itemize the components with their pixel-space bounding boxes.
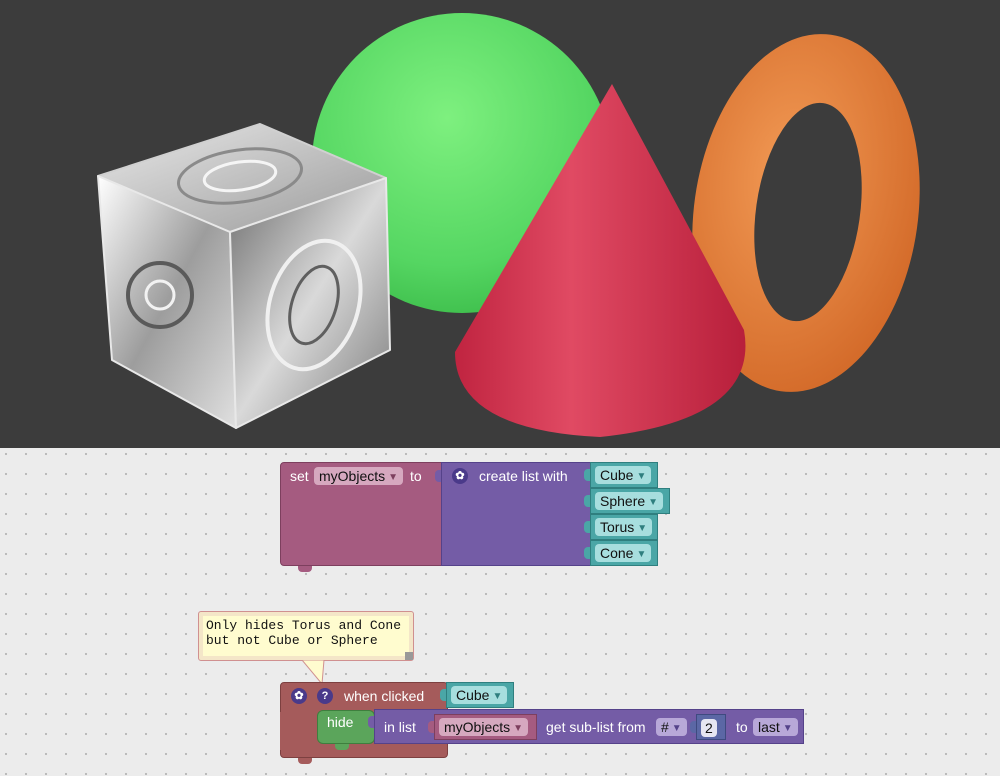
dropdown-arrow-icon: ▼ (637, 523, 648, 534)
hide-label: hide (327, 714, 354, 730)
dropdown-arrow-icon: ▼ (513, 723, 524, 734)
create-list-label: create list with (479, 468, 568, 484)
when-clicked-label: when clicked (344, 688, 425, 704)
output-connector (690, 721, 696, 733)
output-connector (368, 716, 374, 728)
from-mode-value: # (661, 719, 669, 735)
comment-text[interactable]: Only hides Torus and Cone but not Cube o… (203, 616, 409, 656)
set-label: set (290, 468, 309, 484)
output-connector (584, 521, 590, 533)
dropdown-arrow-icon: ▼ (492, 691, 503, 702)
output-connector (584, 547, 590, 559)
output-connector (435, 470, 441, 482)
object-name: Cone (600, 545, 634, 561)
output-connector (440, 689, 446, 701)
to-mode-value: last (758, 719, 780, 735)
object-dropdown[interactable]: Torus ▼ (595, 518, 653, 536)
next-connector (298, 758, 312, 764)
set-variable-block[interactable]: set myObjects ▼ to (280, 462, 442, 572)
object-block-torus[interactable]: Torus ▼ (584, 514, 658, 540)
list-variable-dropdown[interactable]: myObjects ▼ (439, 718, 529, 736)
block-workspace[interactable]: set myObjects ▼ to ✿ create list with Cub… (0, 448, 1000, 776)
to-mode-dropdown[interactable]: last ▼ (753, 718, 798, 736)
object-name: Torus (600, 519, 635, 535)
dropdown-arrow-icon: ▼ (648, 497, 659, 508)
dropdown-arrow-icon: ▼ (782, 723, 793, 734)
dropdown-arrow-icon: ▼ (671, 723, 682, 734)
output-connector (584, 469, 590, 481)
variable-getter-block[interactable]: myObjects ▼ (428, 714, 537, 740)
get-sublist-label: get sub-list from (546, 719, 646, 735)
from-mode-dropdown[interactable]: # ▼ (656, 718, 687, 736)
object-block-cube[interactable]: Cube ▼ (584, 462, 658, 488)
in-list-label: in list (384, 719, 416, 735)
variable-name: myObjects (319, 468, 386, 484)
output-connector (584, 495, 590, 507)
object-dropdown[interactable]: Cube ▼ (451, 686, 508, 704)
variable-name: myObjects (444, 719, 511, 735)
3d-scene-viewport[interactable] (0, 0, 1000, 448)
dropdown-arrow-icon: ▼ (388, 472, 399, 483)
create-list-block[interactable]: ✿ create list with (435, 462, 591, 566)
statement-input-left (280, 712, 318, 750)
object-block-event-cube[interactable]: Cube ▼ (440, 682, 514, 708)
object-dropdown[interactable]: Cone ▼ (595, 544, 652, 562)
to-label: to (410, 468, 422, 484)
gear-icon[interactable]: ✿ (452, 468, 468, 484)
number-block[interactable]: 2 (690, 714, 726, 740)
variable-dropdown[interactable]: myObjects ▼ (314, 467, 404, 485)
dropdown-arrow-icon: ▼ (636, 549, 647, 560)
scene-render (97, 13, 920, 437)
object-name: Cube (456, 687, 490, 703)
dropdown-arrow-icon: ▼ (636, 471, 647, 482)
to-label: to (736, 719, 748, 735)
block-comment[interactable]: Only hides Torus and Cone but not Cube o… (198, 611, 414, 661)
output-connector (428, 721, 434, 733)
comment-resize-handle[interactable] (405, 652, 413, 660)
object-name: Sphere (600, 493, 646, 509)
next-connector (335, 744, 349, 750)
cube-object[interactable] (97, 123, 391, 429)
number-input[interactable]: 2 (701, 719, 717, 737)
object-block-cone[interactable]: Cone ▼ (584, 540, 658, 566)
object-block-sphere[interactable]: Sphere ▼ (584, 488, 670, 514)
hide-block[interactable]: hide (317, 710, 375, 750)
object-dropdown[interactable]: Sphere ▼ (595, 492, 664, 510)
help-icon[interactable]: ? (317, 688, 333, 704)
next-connector (298, 566, 312, 572)
object-name: Cube (600, 467, 634, 483)
object-dropdown[interactable]: Cube ▼ (595, 466, 652, 484)
gear-icon[interactable]: ✿ (291, 688, 307, 704)
